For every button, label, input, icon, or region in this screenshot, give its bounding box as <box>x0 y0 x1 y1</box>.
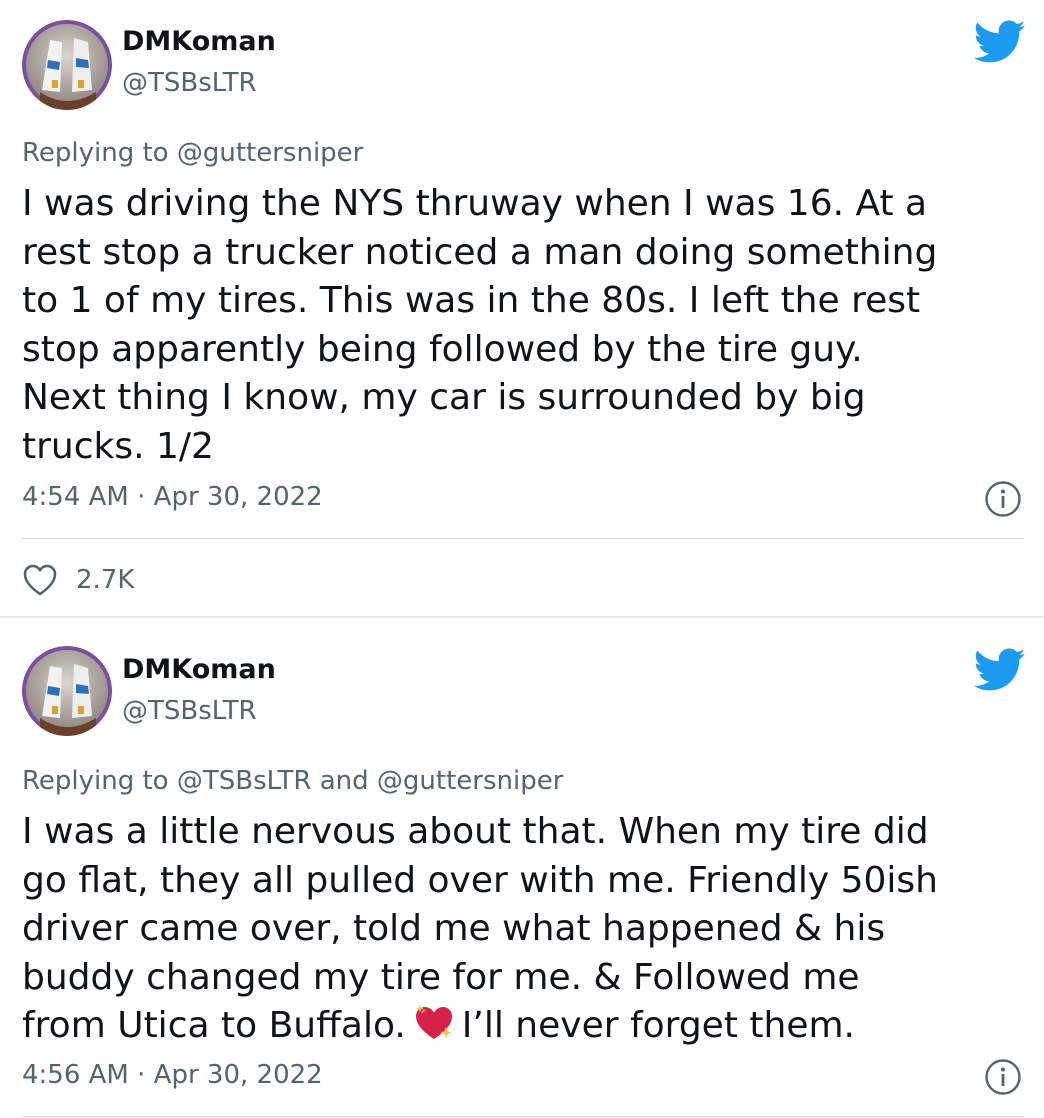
replying-mention[interactable]: @TSBsLTR and @guttersniper <box>177 766 564 796</box>
twitter-bird-icon[interactable] <box>974 648 1026 692</box>
user-handle[interactable]: @TSBsLTR <box>122 68 257 98</box>
tweet-text-line: Next thing I know, my car is surrounded … <box>22 377 866 418</box>
tweet-text: I was driving the NYS thruway when I was… <box>22 180 1022 471</box>
tweet-card-2[interactable]: DMKoman @TSBsLTR Replying to @TSBsLTR an… <box>0 618 1044 1118</box>
user-handle[interactable]: @TSBsLTR <box>122 696 257 726</box>
tweet-text-fragment: I’ll never forget them. <box>461 1005 855 1046</box>
tweet-text-line: rest stop a trucker noticed a man doing … <box>22 231 938 273</box>
tweet-text-line-last: from Utica to Buffalo. I’ll never forget… <box>22 1002 1022 1051</box>
tweet-text: I was a little nervous about that. When … <box>22 808 1022 1051</box>
replying-to: Replying to @guttersniper <box>22 138 363 168</box>
replying-prefix: Replying to <box>22 138 169 168</box>
divider <box>22 1116 1024 1117</box>
replying-to: Replying to @TSBsLTR and @guttersniper <box>22 766 563 796</box>
replying-mention[interactable]: @guttersniper <box>177 138 364 168</box>
tweet-text-line: driver came over, told me what happened … <box>22 908 886 949</box>
tweet-text-line: buddy changed my tire for me. & Followed… <box>22 956 860 998</box>
like-button[interactable]: 2.7K <box>22 560 134 600</box>
sparkling-heart-emoji <box>415 1005 452 1039</box>
display-name[interactable]: DMKoman <box>122 26 276 57</box>
tweet-timestamp[interactable]: 4:54 AM · Apr 30, 2022 <box>22 482 323 512</box>
like-count: 2.7K <box>76 565 135 595</box>
tweet-text-line: trucks. 1/2 <box>22 425 214 467</box>
divider <box>22 538 1024 539</box>
info-circle-icon[interactable] <box>984 480 1022 518</box>
tweet-text-line: stop apparently being followed by the ti… <box>22 328 863 370</box>
tweet-text-line: I was driving the NYS thruway when I was… <box>22 183 928 224</box>
tweet-text-line: to 1 of my tires. This was in the 80s. I… <box>22 280 921 321</box>
tweet-card-1[interactable]: DMKoman @TSBsLTR Replying to @guttersnip… <box>0 0 1044 616</box>
display-name[interactable]: DMKoman <box>122 654 276 685</box>
heart-outline-icon <box>23 564 57 596</box>
tweet-text-line: I was a little nervous about that. When … <box>22 811 929 852</box>
avatar[interactable] <box>22 20 112 110</box>
avatar[interactable] <box>22 646 112 736</box>
twitter-bird-icon[interactable] <box>974 20 1026 64</box>
replying-prefix: Replying to <box>22 766 169 796</box>
tweet-text-line: go flat, they all pulled over with me. F… <box>22 859 938 901</box>
info-circle-icon[interactable] <box>984 1058 1022 1096</box>
tweet-timestamp[interactable]: 4:56 AM · Apr 30, 2022 <box>22 1060 323 1090</box>
tweet-text-fragment: from Utica to Buffalo. <box>22 1005 406 1046</box>
